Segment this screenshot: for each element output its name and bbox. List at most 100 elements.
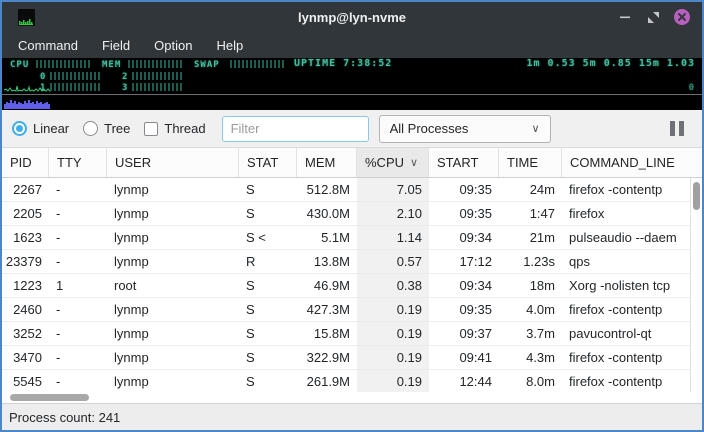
- close-icon[interactable]: [674, 9, 690, 25]
- tree-radio[interactable]: [83, 121, 98, 136]
- cell-user: lynmp: [107, 178, 239, 201]
- cell-user: lynmp: [107, 226, 239, 249]
- cell-user: root: [107, 274, 239, 297]
- column-header-start[interactable]: START: [429, 148, 499, 177]
- cell-cpu: 0.19: [357, 322, 429, 345]
- cell-stat: R: [239, 250, 297, 273]
- cell-tty: 1: [49, 274, 107, 297]
- cell-time: 1:47: [499, 202, 562, 225]
- table-row[interactable]: 23379-lynmpR13.8M0.5717:121.23sqps: [2, 250, 690, 274]
- cell-cmd: firefox: [562, 202, 690, 225]
- column-header-pid[interactable]: PID: [2, 148, 49, 177]
- cell-cpu: 0.19: [357, 370, 429, 392]
- table-row[interactable]: 3470-lynmpS322.9M0.1909:414.3mfirefox -c…: [2, 346, 690, 370]
- process-table: PID TTY USER STAT MEM %CPU∨ START TIME COMMAND_L…: [2, 148, 702, 392]
- cell-pid: 23379: [2, 250, 49, 273]
- column-header-label: TTY: [57, 155, 82, 170]
- cell-start: 09:35: [429, 202, 499, 225]
- uptime-text: UPTIME 7:38:52: [294, 59, 392, 69]
- linear-radio-label[interactable]: Linear: [33, 121, 69, 136]
- vertical-scrollbar-thumb[interactable]: [693, 182, 700, 210]
- filter-input[interactable]: [222, 116, 369, 142]
- menu-help[interactable]: Help: [204, 34, 255, 57]
- graph-scale-zero: 0: [689, 83, 695, 93]
- menu-command[interactable]: Command: [6, 34, 90, 57]
- tree-radio-label[interactable]: Tree: [104, 121, 130, 136]
- thread-checkbox-label[interactable]: Thread: [164, 121, 205, 136]
- linear-radio[interactable]: [12, 121, 27, 136]
- window-controls: [618, 9, 702, 25]
- cell-start: 09:35: [429, 178, 499, 201]
- cell-user: lynmp: [107, 322, 239, 345]
- column-header-label: TIME: [507, 155, 538, 170]
- cell-start: 09:41: [429, 346, 499, 369]
- column-header-stat[interactable]: STAT: [239, 148, 297, 177]
- cell-user: lynmp: [107, 250, 239, 273]
- thread-checkbox[interactable]: [144, 122, 158, 136]
- core1-meter: [50, 83, 102, 91]
- table-row[interactable]: 1623-lynmpS <5.1M1.1409:3421mpulseaudio …: [2, 226, 690, 250]
- cell-start: 09:34: [429, 274, 499, 297]
- qps-window: lynmp@lyn-nvme Command Field Option Help: [0, 0, 704, 432]
- column-header-label: START: [437, 155, 478, 170]
- column-header-label: USER: [115, 155, 151, 170]
- table-row[interactable]: 12231rootS46.9M0.3809:3418mXorg -noliste…: [2, 274, 690, 298]
- cell-start: 17:12: [429, 250, 499, 273]
- monitor-separator: [2, 94, 702, 95]
- table-row[interactable]: 3252-lynmpS15.8M0.1909:373.7mpavucontrol…: [2, 322, 690, 346]
- cell-user: lynmp: [107, 202, 239, 225]
- table-header-row: PID TTY USER STAT MEM %CPU∨ START TIME COMMAND_L…: [2, 148, 702, 178]
- cell-cmd: firefox -contentp: [562, 346, 690, 369]
- table-row[interactable]: 5545-lynmpS261.9M0.1912:448.0mfirefox -c…: [2, 370, 690, 392]
- core0-label: 0: [40, 72, 46, 82]
- cell-tty: -: [49, 226, 107, 249]
- cell-mem: 46.9M: [297, 274, 357, 297]
- core2-meter: [132, 72, 184, 80]
- system-monitor-panel[interactable]: CPU MEM SWAP UPTIME 7:38:52 1m 0.53 5m 0…: [2, 58, 702, 110]
- cell-pid: 1623: [2, 226, 49, 249]
- column-header-time[interactable]: TIME: [499, 148, 562, 177]
- cell-mem: 512.8M: [297, 178, 357, 201]
- cell-cpu: 1.14: [357, 226, 429, 249]
- vertical-scrollbar[interactable]: [690, 178, 702, 392]
- menu-option[interactable]: Option: [142, 34, 204, 57]
- column-header-user[interactable]: USER: [107, 148, 239, 177]
- cell-mem: 261.9M: [297, 370, 357, 392]
- cell-time: 4.3m: [499, 346, 562, 369]
- horizontal-scrollbar-thumb[interactable]: [10, 394, 89, 401]
- cell-start: 09:37: [429, 322, 499, 345]
- column-header-tty[interactable]: TTY: [49, 148, 107, 177]
- swap-meter: [230, 60, 286, 68]
- horizontal-scrollbar[interactable]: [2, 392, 702, 403]
- cell-cmd: firefox -contentp: [562, 298, 690, 321]
- process-scope-select[interactable]: All Processes ∨: [379, 115, 551, 143]
- column-header-cmd[interactable]: COMMAND_LINE: [562, 148, 690, 177]
- minimize-icon[interactable]: [618, 10, 632, 24]
- cell-stat: S: [239, 202, 297, 225]
- load-histogram-graph: [4, 98, 50, 109]
- core2-label: 2: [122, 72, 128, 82]
- titlebar[interactable]: lynmp@lyn-nvme: [2, 2, 702, 32]
- pause-icon[interactable]: [670, 121, 684, 136]
- cell-pid: 1223: [2, 274, 49, 297]
- cell-start: 09:34: [429, 226, 499, 249]
- column-header-mem[interactable]: MEM: [297, 148, 357, 177]
- table-row[interactable]: 2460-lynmpS427.3M0.1909:354.0mfirefox -c…: [2, 298, 690, 322]
- cell-cpu: 0.38: [357, 274, 429, 297]
- cell-time: 24m: [499, 178, 562, 201]
- swap-label: SWAP: [194, 60, 220, 70]
- cell-cpu: 0.19: [357, 298, 429, 321]
- cell-stat: S <: [239, 226, 297, 249]
- cell-time: 4.0m: [499, 298, 562, 321]
- table-row[interactable]: 2267-lynmpS512.8M7.0509:3524mfirefox -co…: [2, 178, 690, 202]
- cell-tty: -: [49, 346, 107, 369]
- table-row[interactable]: 2205-lynmpS430.0M2.1009:351:47firefox: [2, 202, 690, 226]
- column-header-cpu[interactable]: %CPU∨: [357, 148, 429, 177]
- cell-tty: -: [49, 202, 107, 225]
- cell-pid: 2267: [2, 178, 49, 201]
- column-header-label: MEM: [305, 155, 335, 170]
- cell-mem: 430.0M: [297, 202, 357, 225]
- menu-field[interactable]: Field: [90, 34, 142, 57]
- mem-meter: [128, 60, 184, 68]
- maximize-icon[interactable]: [646, 10, 660, 24]
